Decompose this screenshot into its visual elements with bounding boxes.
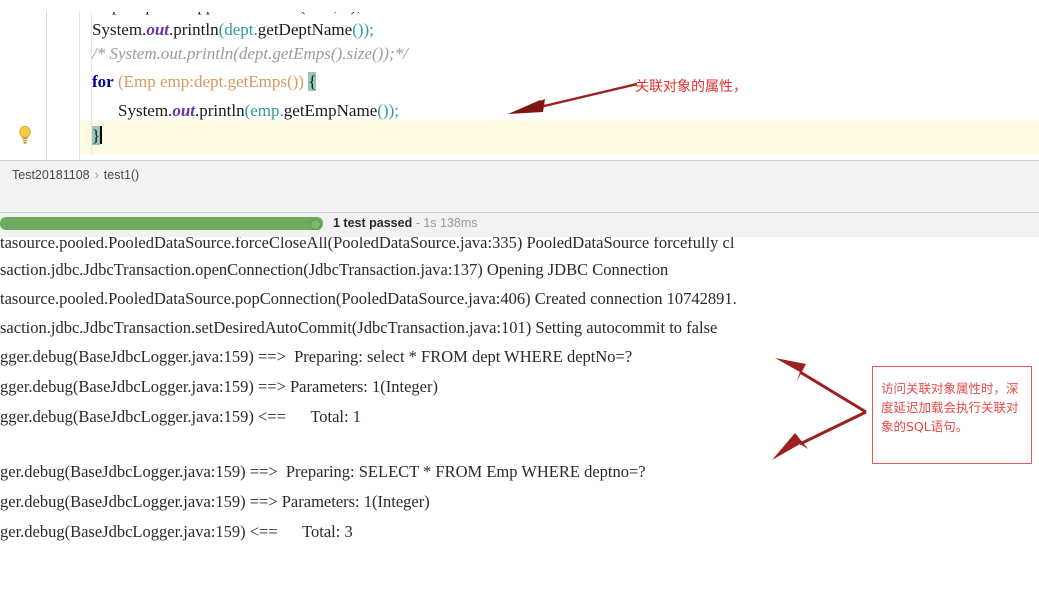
text-caret [100, 126, 103, 144]
console-line: tasource.pooled.PooledDataSource.popConn… [0, 289, 737, 308]
breadcrumb-root[interactable]: Test20181108 [12, 168, 90, 182]
code-token: getEmpName [283, 101, 378, 120]
code-token-brace-highlight: { [308, 72, 317, 91]
code-editor[interactable]: Dept dept = mapper.selectTwo(sdm, 1); Sy… [0, 0, 1039, 160]
code-token-keyword: for [92, 72, 114, 91]
code-token-static-field: out [146, 20, 169, 39]
code-line-3: for (Emp emp:dept.getEmps()) { [92, 72, 317, 92]
console-line: tasource.pooled.PooledDataSource.forceCl… [0, 237, 735, 252]
breadcrumb-separator-icon: › [94, 168, 99, 182]
annotation-callout-text: 访问关联对象属性时，深度延迟加载会执行关联对象的SQL语句。 [881, 381, 1019, 434]
code-token: System. [118, 101, 173, 120]
breadcrumb-leaf[interactable]: test1() [104, 168, 139, 182]
test-status-duration: - 1s 138ms [415, 216, 478, 230]
breadcrumb: Test20181108 › test1() [12, 168, 139, 182]
code-token: ()); [377, 101, 399, 120]
code-token: (emp. [244, 101, 284, 120]
code-token: ()); [352, 20, 374, 39]
console-line: gger.debug(BaseJdbcLogger.java:159) ==> … [0, 377, 438, 396]
code-text-layer: Dept dept = mapper.selectTwo(sdm, 1); Sy… [0, 0, 1039, 160]
annotation-callout-box: 访问关联对象属性时，深度延迟加载会执行关联对象的SQL语句。 [872, 366, 1032, 464]
code-token: System. [92, 20, 147, 39]
test-toolbar-strip [0, 191, 1039, 212]
test-breadcrumb-bar: Test20181108 › test1() [0, 160, 1039, 193]
code-line-2-comment: /* System.out.println(dept.getEmps().siz… [92, 44, 408, 63]
code-line-4: System.out.println(emp.getEmpName()); [118, 101, 399, 121]
console-line: gger.debug(BaseJdbcLogger.java:159) <== … [0, 407, 361, 426]
editor-top-clip [0, 0, 1039, 12]
code-line-1: System.out.println(dept.getDeptName()); [92, 20, 374, 40]
annotation-label-code: 关联对象的属性， [635, 79, 747, 95]
test-status-label: 1 test passed [333, 216, 413, 230]
test-progress-knob [310, 219, 321, 230]
console-line: saction.jdbc.JdbcTransaction.setDesiredA… [0, 318, 718, 337]
test-status-text: 1 test passed - 1s 138ms [333, 216, 478, 230]
test-progress-fill [0, 217, 323, 230]
console-line: saction.jdbc.JdbcTransaction.openConnect… [0, 260, 669, 279]
console-line: gger.debug(BaseJdbcLogger.java:159) ==> … [0, 347, 633, 366]
lightbulb-icon[interactable] [17, 125, 33, 145]
code-token: (dept. [218, 20, 258, 39]
code-token: .println [195, 101, 245, 120]
console-line: ger.debug(BaseJdbcLogger.java:159) ==> P… [0, 492, 430, 511]
console-line: ger.debug(BaseJdbcLogger.java:159) <== T… [0, 522, 353, 541]
code-token-static-field: out [172, 101, 195, 120]
code-token: getDeptName [257, 20, 353, 39]
code-token: (Emp emp:dept.getEmps()) [113, 72, 304, 91]
code-token: .println [169, 20, 219, 39]
code-line-5: } [92, 126, 103, 146]
code-token-brace-highlight: } [92, 126, 101, 145]
console-line: ger.debug(BaseJdbcLogger.java:159) ==> P… [0, 462, 646, 481]
